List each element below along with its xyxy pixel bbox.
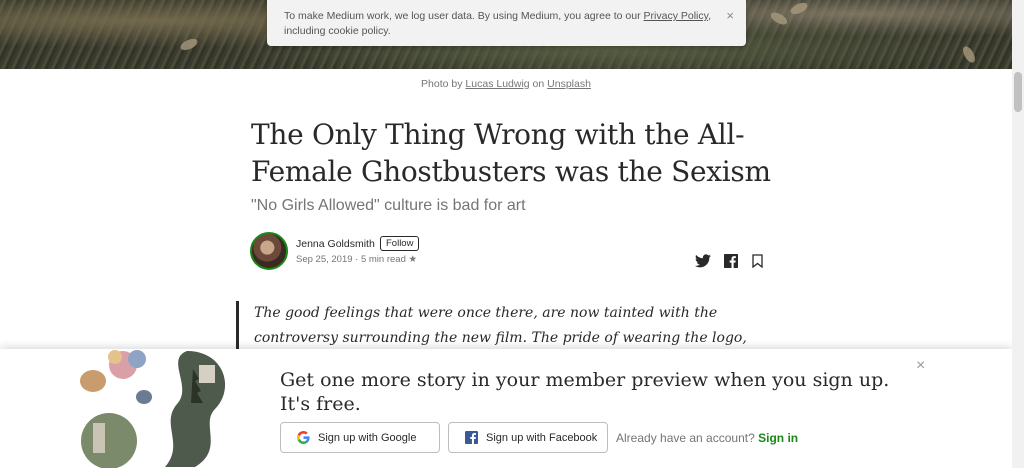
signup-panel: Get one more story in your member previe… bbox=[0, 349, 1012, 468]
author-name[interactable]: Jenna Goldsmith bbox=[296, 238, 375, 250]
author-row: Jenna Goldsmith Follow Sep 25, 2019 · 5 … bbox=[250, 232, 770, 274]
signup-close-icon[interactable]: × bbox=[916, 357, 925, 375]
follow-button[interactable]: Follow bbox=[380, 236, 420, 251]
leaf-decoration bbox=[788, 0, 810, 17]
article-subtitle: "No Girls Allowed" culture is bad for ar… bbox=[251, 197, 526, 214]
leaf-decoration bbox=[960, 44, 978, 65]
facebook-signup-button[interactable]: Sign up with Facebook bbox=[448, 422, 608, 453]
twitter-icon[interactable] bbox=[694, 252, 712, 270]
privacy-policy-link[interactable]: Privacy Policy bbox=[644, 10, 709, 22]
unsplash-link[interactable]: Unsplash bbox=[547, 78, 591, 90]
already-have-account: Already have an account? Sign in bbox=[616, 431, 798, 445]
caption-mid: on bbox=[529, 78, 548, 90]
leaf-decoration bbox=[768, 10, 790, 27]
leaf-decoration bbox=[178, 36, 200, 53]
bookmark-icon[interactable] bbox=[748, 252, 766, 270]
already-text: Already have an account? bbox=[616, 431, 759, 445]
cookie-banner: To make Medium work, we log user data. B… bbox=[267, 0, 746, 46]
photographer-link[interactable]: Lucas Ludwig bbox=[465, 78, 529, 90]
scrollbar[interactable] bbox=[1012, 0, 1024, 468]
google-signup-button[interactable]: Sign up with Google bbox=[280, 422, 440, 453]
google-signup-label: Sign up with Google bbox=[318, 431, 417, 444]
facebook-icon[interactable] bbox=[722, 252, 740, 270]
scrollbar-thumb[interactable] bbox=[1014, 72, 1022, 112]
article-title: The Only Thing Wrong with the All-Female… bbox=[251, 118, 771, 188]
sign-in-link[interactable]: Sign in bbox=[758, 431, 798, 445]
signup-illustration bbox=[80, 350, 226, 468]
cookie-text-comma: , bbox=[708, 10, 712, 22]
cookie-text: To make Medium work, we log user data. B… bbox=[284, 10, 644, 22]
google-icon bbox=[296, 431, 310, 445]
cookie-text-line2: including cookie policy. bbox=[284, 25, 391, 37]
caption-prefix: Photo by bbox=[421, 78, 466, 90]
facebook-icon bbox=[464, 431, 478, 445]
article-meta: Sep 25, 2019 · 5 min read ★ bbox=[296, 254, 418, 265]
signup-headline: Get one more story in your member previe… bbox=[280, 369, 890, 415]
cookie-close-icon[interactable]: × bbox=[726, 8, 734, 23]
facebook-signup-label: Sign up with Facebook bbox=[486, 431, 598, 444]
author-avatar[interactable] bbox=[250, 232, 288, 270]
photo-caption: Photo by Lucas Ludwig on Unsplash bbox=[0, 78, 1012, 90]
